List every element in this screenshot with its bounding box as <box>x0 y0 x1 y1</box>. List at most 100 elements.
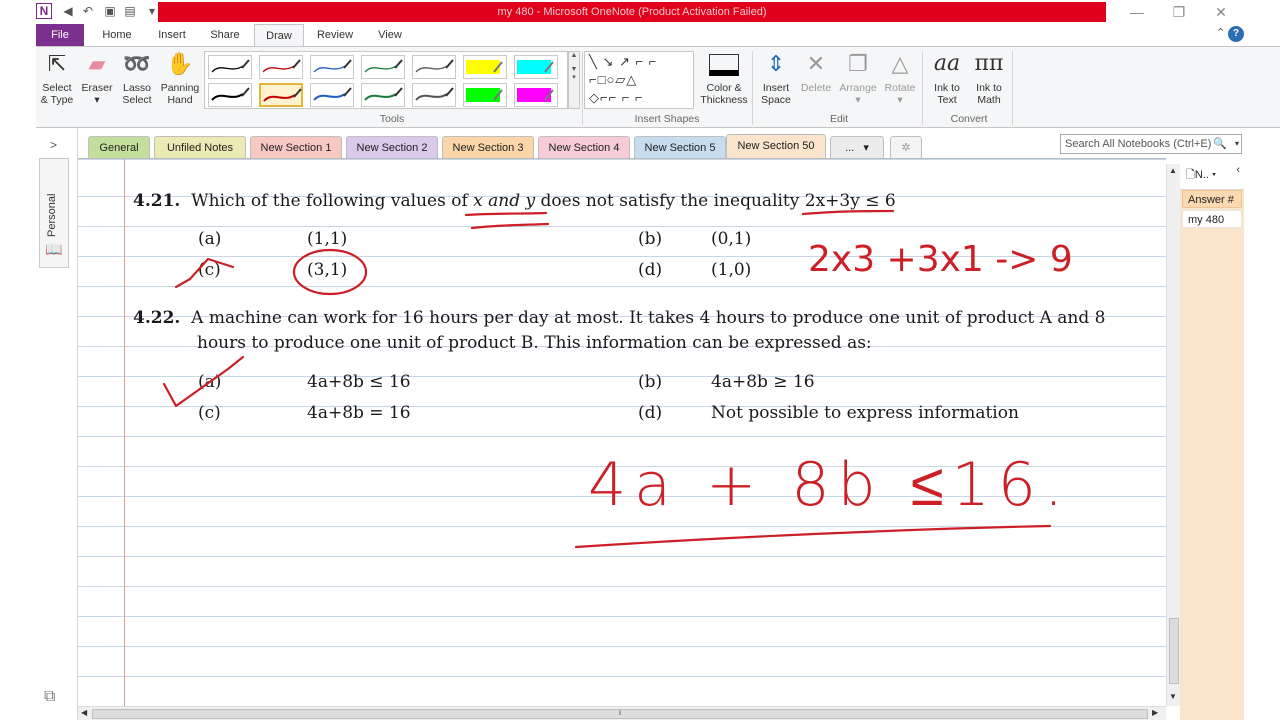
tab-file[interactable]: File <box>36 24 84 46</box>
horizontal-scrollbar[interactable]: ◀ ⦀ ▶ <box>78 706 1166 720</box>
question-variables: x and y <box>473 191 536 211</box>
tab-share[interactable]: Share <box>202 24 248 46</box>
collapse-ribbon-icon[interactable]: ⌃ <box>1216 26 1225 39</box>
pen-swatch[interactable] <box>463 55 507 79</box>
eraser-button[interactable]: ▰ Eraser ▾ <box>78 51 116 106</box>
section-tab-general[interactable]: General <box>88 136 150 158</box>
window-right-margin <box>1244 24 1280 720</box>
notebook-personal[interactable]: Personal 📖 <box>39 158 69 268</box>
option-key: (d) <box>638 403 663 423</box>
lasso-select-button[interactable]: ➿ Lasso Select <box>118 51 156 106</box>
edit-group-label: Edit <box>829 113 849 125</box>
section-tab-unfiled-notes[interactable]: Unfiled Notes <box>154 136 246 158</box>
search-icon[interactable]: 🔍 <box>1213 135 1227 153</box>
shapes-gallery[interactable]: ╲ ↘ ↗ ⌐ ⌐ ⌐□○▱△ ◇⌐⌐ ⌐ ⌐ <box>584 51 694 109</box>
new-section-button[interactable]: ✲ <box>890 136 922 158</box>
ink-to-text-line2: Text <box>937 94 957 106</box>
option-key: (c) <box>198 403 221 423</box>
new-page-button[interactable]: 🗋N.. ▾ <box>1186 166 1216 185</box>
pen-swatch[interactable] <box>208 55 252 79</box>
pen-swatch[interactable] <box>259 83 303 107</box>
insert-space-button[interactable]: ⇕ Insert Space <box>756 51 796 106</box>
section-tab-new-section-4[interactable]: New Section 4 <box>538 136 630 158</box>
page-item-my-480[interactable]: my 480 <box>1182 210 1242 228</box>
pen-swatch[interactable] <box>361 55 405 79</box>
select-cursor-icon: ⇱ <box>47 51 67 76</box>
select-type-line1: Select <box>42 82 72 94</box>
vertical-scrollbar[interactable]: ▲ ▼ <box>1166 164 1180 706</box>
pen-swatch[interactable] <box>310 55 354 79</box>
help-icon[interactable]: ? <box>1228 26 1244 42</box>
ink-underline-xy-1 <box>464 211 548 217</box>
expand-navigation-icon[interactable]: > <box>50 138 57 152</box>
more-sections-label: ... <box>845 142 855 154</box>
page-canvas[interactable]: 4.21. Which of the following values of x… <box>78 158 1166 706</box>
section-tab-new-section-1[interactable]: New Section 1 <box>250 136 342 158</box>
tab-review[interactable]: Review <box>310 24 360 46</box>
search-scope-dropdown-icon[interactable]: ▾ <box>1235 135 1239 153</box>
undo-icon[interactable]: ↶ <box>80 3 96 19</box>
scroll-right-icon[interactable]: ▶ <box>1152 708 1158 717</box>
ink-to-text-icon: aa <box>933 51 961 76</box>
scroll-left-icon[interactable]: ◀ <box>81 708 87 717</box>
page-item-answer[interactable]: Answer # <box>1182 190 1242 208</box>
more-sections-button[interactable]: ... ▾ <box>830 136 884 158</box>
collapse-page-pane-icon[interactable]: ‹ <box>1236 164 1240 176</box>
pen-swatch[interactable] <box>514 83 558 107</box>
close-button[interactable]: ✕ <box>1206 2 1236 22</box>
restore-button[interactable]: ❐ <box>1164 2 1194 22</box>
select-type-button[interactable]: ⇱ Select & Type <box>38 51 76 106</box>
back-icon[interactable]: ◀ <box>60 3 76 19</box>
tab-insert[interactable]: Insert <box>148 24 196 46</box>
tab-draw[interactable]: Draw <box>254 24 304 46</box>
pen-swatch[interactable] <box>259 55 303 79</box>
pen-swatch[interactable] <box>463 83 507 107</box>
panning-hand-button[interactable]: ✋ Panning Hand <box>158 51 202 106</box>
full-page-view-icon[interactable]: ▤ <box>122 3 138 19</box>
ink-to-math-button[interactable]: ππ Ink to Math <box>968 51 1010 106</box>
margin-line <box>124 159 125 706</box>
search-input[interactable]: Search All Notebooks (Ctrl+E) 🔍 ▾ <box>1060 134 1242 154</box>
section-tab-new-section-50[interactable]: New Section 50 <box>726 134 826 158</box>
scroll-down-icon[interactable]: ▼ <box>1169 692 1177 701</box>
pen-swatch[interactable] <box>412 83 456 107</box>
question-text-line2: hours to produce one unit of product B. … <box>197 333 872 353</box>
option-key: (a) <box>198 372 222 392</box>
horizontal-scroll-thumb[interactable]: ⦀ <box>92 709 1148 719</box>
rotate-button[interactable]: △ Rotate ▾ <box>880 51 920 106</box>
ribbon-draw: ⇱ Select & Type ▰ Eraser ▾ ➿ Lasso Selec… <box>36 46 1280 128</box>
tab-view[interactable]: View <box>368 24 412 46</box>
minimize-button[interactable]: — <box>1122 2 1152 22</box>
select-type-line2: & Type <box>40 94 74 106</box>
eraser-dropdown[interactable]: ▾ <box>94 94 99 106</box>
pen-swatch[interactable] <box>412 55 456 79</box>
ink-underline-xy-2 <box>470 222 550 230</box>
scroll-up-icon[interactable]: ▲ <box>1169 166 1177 175</box>
pen-gallery <box>204 51 568 109</box>
pen-gallery-scroll[interactable]: ▲ ▼ ▾ <box>568 51 580 109</box>
option-value: (1,1) <box>307 229 348 249</box>
ink-to-text-button[interactable]: aa Ink to Text <box>926 51 968 106</box>
panning-line1: Panning <box>160 82 200 94</box>
pen-swatch[interactable] <box>310 83 354 107</box>
lasso-line1: Lasso <box>122 82 152 94</box>
section-tab-new-section-3[interactable]: New Section 3 <box>442 136 534 158</box>
vertical-scroll-thumb[interactable] <box>1169 618 1179 684</box>
color-thickness-line1: Color & <box>706 82 742 94</box>
arrange-icon: ❐ <box>848 51 868 76</box>
section-tab-new-section-5[interactable]: New Section 5 <box>634 136 726 158</box>
color-thickness-button[interactable]: Color & Thickness <box>698 51 750 106</box>
dock-to-desktop-icon[interactable]: ▣ <box>102 3 118 19</box>
quick-notes-icon[interactable]: ⧉ <box>44 688 55 706</box>
insert-space-line2: Space <box>761 94 791 106</box>
pen-swatch[interactable] <box>208 83 252 107</box>
pen-swatch[interactable] <box>514 55 558 79</box>
option-key: (c) <box>198 260 221 280</box>
tab-home[interactable]: Home <box>94 24 140 46</box>
section-tab-new-section-2[interactable]: New Section 2 <box>346 136 438 158</box>
section-tab-bar: General Unfiled Notes New Section 1 New … <box>78 134 1280 158</box>
arrange-button[interactable]: ❐ Arrange ▾ <box>836 51 880 106</box>
pen-swatch[interactable] <box>361 83 405 107</box>
delete-button[interactable]: ✕ Delete <box>798 51 834 94</box>
arrange-dropdown: ▾ <box>855 94 861 106</box>
